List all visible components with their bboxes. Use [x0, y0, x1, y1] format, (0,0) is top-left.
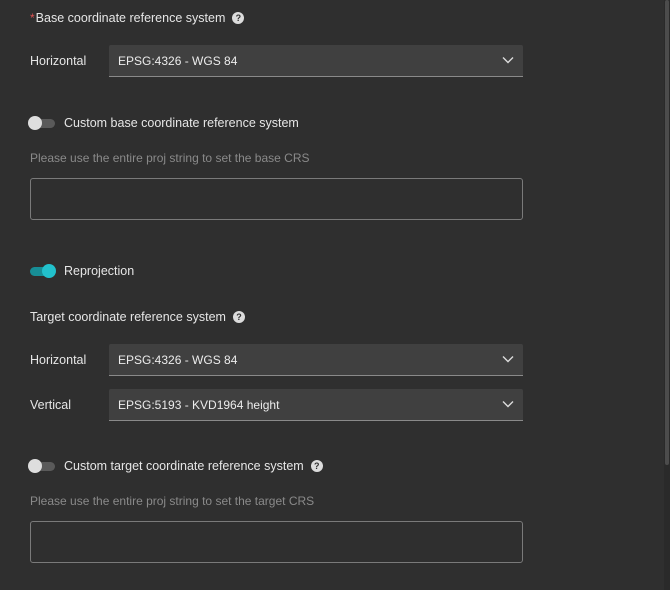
target-vertical-select[interactable]: EPSG:5193 - KVD1964 height — [109, 389, 523, 421]
custom-base-hint: Please use the entire proj string to set… — [30, 151, 310, 165]
base-horizontal-row: Horizontal EPSG:4326 - WGS 84 — [30, 45, 523, 77]
target-crs-title: Target coordinate reference system ? — [30, 310, 245, 324]
question-circle-icon[interactable]: ? — [232, 311, 245, 323]
custom-target-toggle-label: Custom target coordinate reference syste… — [64, 459, 304, 473]
custom-target-toggle-row: Custom target coordinate reference syste… — [28, 459, 323, 473]
base-crs-title: * Base coordinate reference system ? — [30, 11, 245, 25]
target-crs-title-text: Target coordinate reference system — [30, 310, 226, 324]
base-horizontal-select[interactable]: EPSG:4326 - WGS 84 — [109, 45, 523, 77]
chevron-down-icon — [502, 356, 514, 363]
question-circle-icon[interactable]: ? — [232, 12, 245, 24]
target-horizontal-value: EPSG:4326 - WGS 84 — [118, 352, 238, 367]
target-vertical-value: EPSG:5193 - KVD1964 height — [118, 397, 280, 412]
scrollbar-thumb[interactable] — [665, 0, 669, 465]
crs-settings-panel: * Base coordinate reference system ? Hor… — [0, 0, 670, 590]
custom-base-toggle[interactable] — [28, 116, 55, 130]
base-horizontal-value: EPSG:4326 - WGS 84 — [118, 53, 238, 68]
custom-target-proj-input[interactable] — [30, 521, 523, 563]
toggle-knob — [42, 264, 56, 278]
scrollbar[interactable] — [664, 0, 670, 590]
reprojection-label: Reprojection — [64, 264, 135, 278]
custom-target-toggle[interactable] — [28, 459, 55, 473]
chevron-down-icon — [502, 401, 514, 408]
required-marker: * — [30, 11, 35, 25]
target-horizontal-label: Horizontal — [30, 353, 87, 367]
question-circle-icon[interactable]: ? — [310, 460, 323, 472]
target-horizontal-row: Horizontal EPSG:4326 - WGS 84 — [30, 344, 523, 376]
base-crs-title-text: Base coordinate reference system — [35, 11, 226, 25]
custom-base-toggle-label: Custom base coordinate reference system — [64, 116, 299, 130]
reprojection-toggle[interactable] — [28, 264, 56, 278]
chevron-down-icon — [502, 57, 514, 64]
custom-base-proj-input[interactable] — [30, 178, 523, 220]
base-horizontal-label: Horizontal — [30, 54, 87, 68]
custom-base-toggle-row: Custom base coordinate reference system — [28, 116, 299, 130]
toggle-knob — [28, 116, 42, 130]
target-horizontal-select[interactable]: EPSG:4326 - WGS 84 — [109, 344, 523, 376]
target-vertical-label: Vertical — [30, 398, 71, 412]
target-vertical-row: Vertical EPSG:5193 - KVD1964 height — [30, 389, 523, 421]
toggle-knob — [28, 459, 42, 473]
custom-target-hint: Please use the entire proj string to set… — [30, 494, 315, 508]
reprojection-toggle-row: Reprojection — [28, 264, 134, 278]
